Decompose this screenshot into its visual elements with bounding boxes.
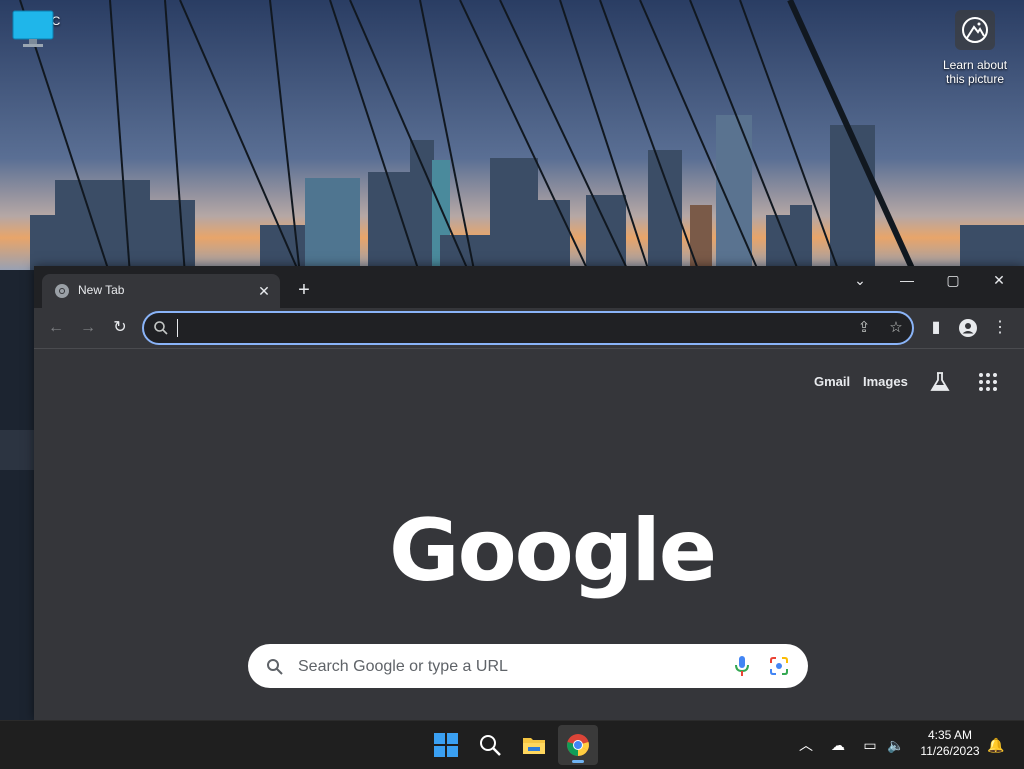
desktop-icon-label-line2: this picture [945,72,1005,86]
desktop-icon-this-pc[interactable]: This PC [12,10,66,47]
tab-new-tab[interactable]: New Tab ✕ [42,274,280,308]
clock-date: 11/26/2023 [920,744,980,758]
gmail-link[interactable]: Gmail [814,374,850,389]
side-panel-icon[interactable]: ▮ [924,316,948,340]
browser-toolbar: ← → ↻ ⇪ ☆ ▮ ⋮ [34,308,1024,349]
search-icon [154,321,168,335]
text-caret [177,319,178,337]
active-indicator [572,760,584,763]
tab-search-chevron-icon[interactable]: ⌄ [837,266,883,294]
share-icon[interactable]: ⇪ [854,318,874,338]
monitor-icon [12,10,54,47]
tab-title: New Tab [78,283,125,297]
chrome-taskbar-button[interactable] [558,725,598,765]
windows-start-icon [434,733,458,757]
network-icon[interactable]: ▭ [860,735,880,755]
images-link[interactable]: Images [863,374,908,389]
file-explorer-icon [523,738,545,754]
desktop-icon-learn-about-picture[interactable]: Learn about this picture [938,10,1012,86]
google-lens-icon[interactable] [769,656,789,676]
omnibox[interactable]: ⇪ ☆ [142,311,914,345]
maximize-icon[interactable]: ▢ [930,266,976,294]
file-explorer-button[interactable] [514,725,554,765]
voice-search-mic-icon[interactable] [734,655,750,677]
volume-muted-icon[interactable]: 🔈 [886,735,906,755]
new-tab-plus-icon[interactable]: + [292,278,316,302]
tab-close-icon[interactable]: ✕ [254,281,274,301]
chrome-favicon-icon [55,284,69,298]
search-placeholder: Search Google or type a URL [298,658,508,675]
profile-avatar-icon[interactable] [956,316,980,340]
title-bar: New Tab ✕ + ⌄ — ▢ ✕ [34,266,1024,308]
reload-icon[interactable]: ↻ [108,316,132,340]
desktop-icon-label-line1: Learn about [942,58,1008,72]
minimize-icon[interactable]: — [884,266,930,294]
forward-arrow-icon[interactable]: → [76,316,100,340]
onedrive-offline-icon[interactable]: ☁ [828,735,848,755]
address-input[interactable] [176,317,820,339]
show-hidden-icons-chevron-icon[interactable]: ︿ [796,735,816,755]
search-icon [480,735,501,756]
chrome-window: New Tab ✕ + ⌄ — ▢ ✕ ← → ↻ ⇪ ☆ ▮ ⋮ Gmail … [34,266,1024,720]
new-tab-page: Gmail Images Google Search Google or typ… [34,349,1024,720]
notification-bell-icon[interactable]: 🔔 [986,735,1006,755]
back-arrow-icon[interactable]: ← [44,316,68,340]
search-icon [267,659,283,675]
google-logo: Google [389,501,717,601]
taskbar-search-button[interactable] [470,725,510,765]
labs-flask-icon[interactable] [929,371,951,393]
google-search-box[interactable]: Search Google or type a URL [248,644,808,688]
taskbar-clock[interactable]: 4:35 AM 11/26/2023 [910,727,990,759]
learn-picture-icon [955,10,995,50]
taskbar: ︿ ☁ ▭ 🔈 4:35 AM 11/26/2023 🔔 [0,720,1024,769]
more-menu-icon[interactable]: ⋮ [988,316,1012,340]
apps-grid-icon[interactable] [978,372,998,392]
bookmark-star-icon[interactable]: ☆ [886,318,906,338]
clock-time: 4:35 AM [927,728,973,742]
start-button[interactable] [426,725,466,765]
chrome-icon [567,734,589,756]
close-window-icon[interactable]: ✕ [976,266,1022,294]
